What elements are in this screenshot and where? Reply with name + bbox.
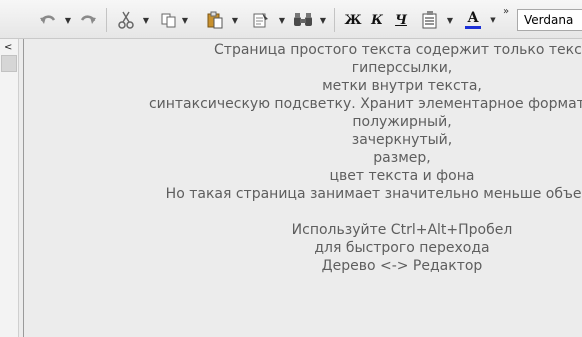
undo-icon[interactable] [38,9,58,31]
paragraph-format-dropdown-arrow[interactable]: ▼ [446,9,454,31]
paste-icon[interactable] [204,9,226,31]
paste-special-dropdown-arrow[interactable]: ▼ [278,9,286,31]
editor-line: полужирный, [352,114,452,130]
editor-line: метки внутри текста, [322,78,482,94]
editor-line: Дерево <-> Редактор [321,258,483,274]
bold-button[interactable]: Ж [344,10,362,30]
editor-line: Используйте Ctrl+Alt+Пробел [291,222,513,238]
font-color-icon[interactable]: A [462,9,484,31]
editor-line: синтаксическую подсветку. Хранит элемент… [148,96,582,112]
editor-line: Но такая страница занимает значительно м… [165,186,582,202]
text-editor[interactable]: Страница простого текста содержит только… [24,39,582,337]
editor-line: гиперссылки, [351,60,453,76]
toolbar-separator [106,8,107,32]
italic-button[interactable]: К [368,10,386,30]
tree-scrollbar-thumb[interactable] [1,55,17,72]
undo-dropdown-arrow[interactable]: ▼ [64,9,72,31]
cut-icon[interactable] [116,9,136,31]
font-color-dropdown-arrow[interactable]: ▼ [489,9,497,31]
editor-line: для быстрого перехода [314,240,490,256]
paste-special-icon[interactable] [250,9,272,31]
find-dropdown-arrow[interactable]: ▼ [319,9,327,31]
find-icon[interactable] [292,9,314,31]
cut-dropdown-arrow[interactable]: ▼ [142,9,150,31]
copy-dropdown-arrow[interactable]: ▼ [181,9,189,31]
editor-line: зачеркнутый, [351,132,453,148]
font-color-swatch [465,26,481,29]
tree-panel: < [0,39,19,337]
toolbar-overflow-button[interactable]: » [503,6,509,17]
toolbar-separator [334,8,335,32]
redo-icon[interactable] [78,9,98,31]
tree-scroll-up-icon[interactable]: < [4,42,12,53]
underline-button[interactable]: Ч [392,10,410,30]
editor-line: цвет текста и фона [329,168,475,184]
copy-icon[interactable] [158,9,180,31]
editor-line: Страница простого текста содержит только… [214,42,582,58]
paragraph-format-icon[interactable] [420,9,440,31]
paste-dropdown-arrow[interactable]: ▼ [231,9,239,31]
font-name-field[interactable]: Verdana [517,9,582,31]
font-color-glyph: A [467,10,479,26]
editor-text: Страница простого текста содержит только… [24,41,582,275]
editor-line: размер, [373,150,431,166]
toolbar: ▼ ▼ ▼ ▼ ▼ ▼ Ж К Ч ▼ A ▼ » Verdana [0,0,582,39]
